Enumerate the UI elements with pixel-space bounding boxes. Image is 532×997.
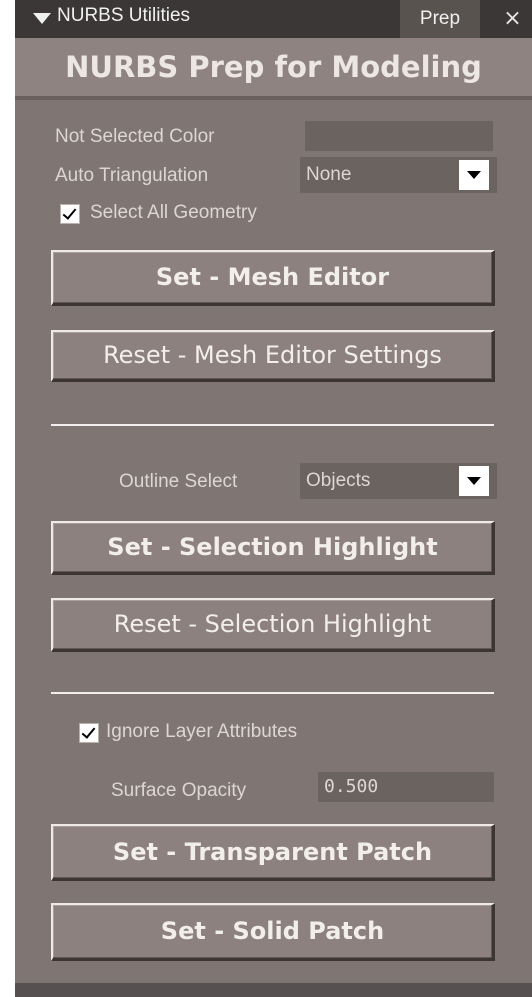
set-mesh-editor-button[interactable]: Set - Mesh Editor — [51, 250, 495, 306]
panel-header: NURBS Prep for Modeling — [15, 38, 532, 96]
nurbs-utilities-window: NURBS Utilities Prep × NURBS Prep for Mo… — [15, 0, 532, 997]
section-divider — [51, 424, 494, 426]
not-selected-color-label: Not Selected Color — [55, 126, 215, 147]
auto-triangulation-dropdown[interactable]: None — [300, 157, 497, 193]
surface-opacity-input[interactable]: 0.500 — [318, 772, 494, 802]
reset-selection-highlight-button[interactable]: Reset - Selection Highlight — [51, 598, 495, 652]
surface-opacity-label: Surface Opacity — [111, 780, 247, 801]
set-transparent-patch-button[interactable]: Set - Transparent Patch — [51, 824, 495, 881]
close-icon[interactable]: × — [493, 0, 532, 38]
not-selected-color-swatch[interactable] — [305, 121, 493, 151]
section-divider — [51, 692, 494, 694]
header-separator — [15, 96, 532, 100]
outline-select-value: Objects — [306, 470, 371, 491]
select-all-geometry-label: Select All Geometry — [90, 202, 257, 223]
bottom-edge — [15, 983, 532, 997]
title-bar: NURBS Utilities Prep × — [15, 0, 532, 38]
window-title[interactable]: NURBS Utilities — [57, 5, 190, 27]
chevron-down-icon[interactable] — [459, 160, 489, 190]
auto-triangulation-value: None — [306, 164, 352, 185]
select-all-geometry-checkbox[interactable] — [60, 204, 80, 224]
outline-select-dropdown[interactable]: Objects — [300, 463, 497, 499]
collapse-triangle-icon[interactable] — [33, 13, 51, 24]
ignore-layer-attributes-checkbox[interactable] — [79, 723, 99, 743]
tab-prep[interactable]: Prep — [400, 0, 480, 38]
ignore-layer-attributes-label: Ignore Layer Attributes — [106, 721, 298, 742]
outline-select-label: Outline Select — [119, 471, 238, 492]
chevron-down-icon[interactable] — [459, 466, 489, 496]
set-selection-highlight-button[interactable]: Set - Selection Highlight — [51, 521, 495, 575]
auto-triangulation-label: Auto Triangulation — [55, 165, 209, 186]
reset-mesh-editor-settings-button[interactable]: Reset - Mesh Editor Settings — [51, 330, 495, 382]
set-solid-patch-button[interactable]: Set - Solid Patch — [51, 903, 495, 961]
